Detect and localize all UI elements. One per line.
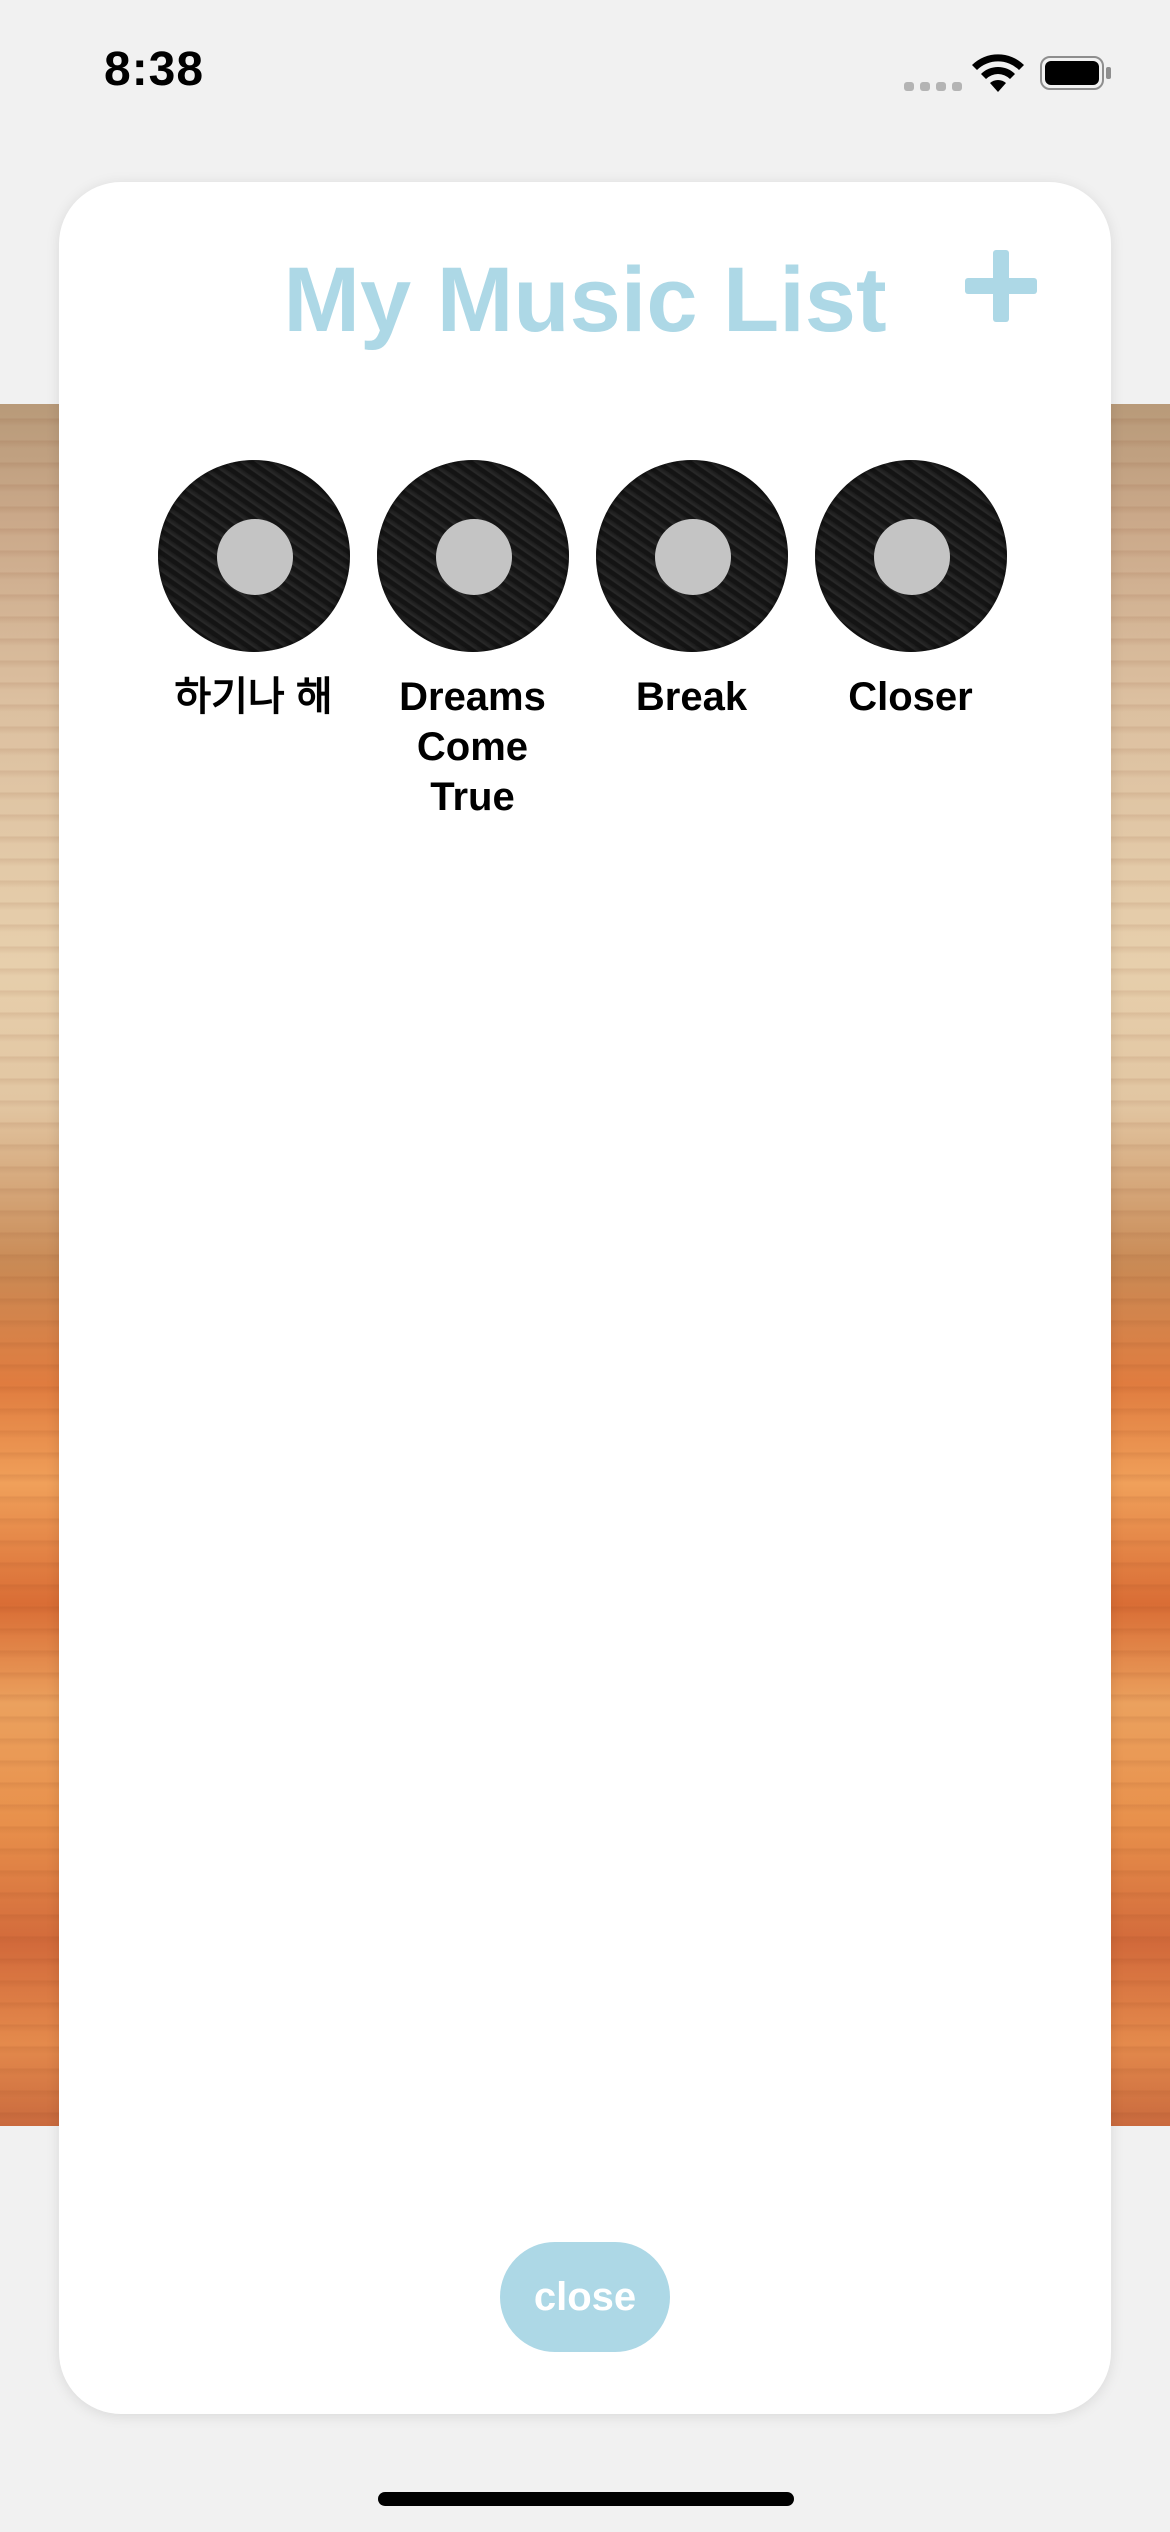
wifi-icon: [972, 54, 1024, 92]
music-item[interactable]: 하기나 해: [157, 460, 350, 822]
music-list-modal: My Music List 하기나 해 Dreams Come True Bre…: [59, 182, 1111, 2414]
vinyl-record-icon: [376, 460, 569, 652]
status-time: 8:38: [104, 43, 205, 96]
home-indicator[interactable]: [378, 2492, 794, 2506]
page-title: My Music List: [283, 249, 887, 351]
battery-icon: [1040, 56, 1111, 90]
music-item[interactable]: Closer: [814, 460, 1007, 822]
signal-icon: [904, 82, 962, 91]
vinyl-record-icon: [157, 460, 350, 652]
vinyl-record-icon: [595, 460, 788, 652]
music-item[interactable]: Dreams Come True: [376, 460, 569, 822]
add-music-button[interactable]: [965, 250, 1037, 322]
vinyl-record-icon: [814, 460, 1007, 652]
song-title: 하기나 해: [174, 675, 333, 719]
music-item[interactable]: Break: [595, 460, 788, 822]
song-title: Dreams Come True: [399, 675, 546, 819]
song-title: Closer: [848, 675, 973, 719]
close-button[interactable]: close: [500, 2242, 670, 2352]
song-title: Break: [635, 675, 748, 719]
music-list: 하기나 해 Dreams Come True Break Closer: [157, 460, 1007, 822]
